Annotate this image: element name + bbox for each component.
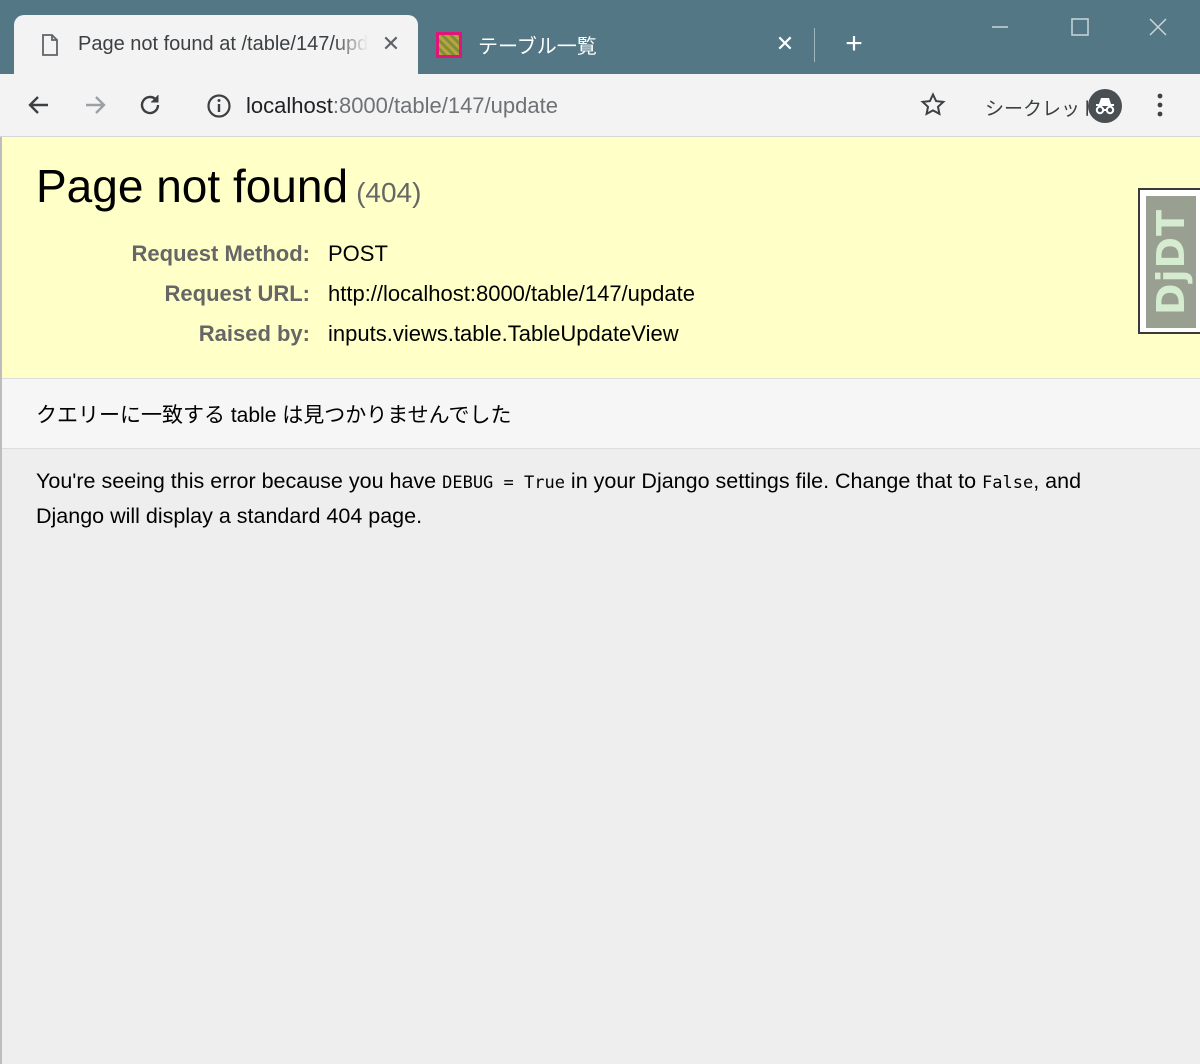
info-icon[interactable]: [206, 93, 232, 119]
meta-value: POST: [328, 241, 388, 266]
incognito-label: シークレット: [985, 99, 1100, 120]
forward-button[interactable]: [78, 88, 112, 122]
page-title: Page not found (404): [36, 160, 422, 212]
minimize-button[interactable]: [980, 10, 1020, 44]
meta-value: inputs.views.table.TableUpdateView: [328, 321, 679, 346]
status-code: (404): [356, 177, 422, 208]
page-content: Page not found (404) Request Method: POST…: [0, 137, 1200, 1064]
star-icon: [920, 92, 946, 116]
meta-key: Request Method:: [131, 241, 310, 266]
incognito-icon[interactable]: [1088, 89, 1122, 123]
address-bar[interactable]: localhost:8000/table/147/update: [190, 84, 960, 128]
reload-button[interactable]: [133, 88, 167, 122]
close-window-button[interactable]: [1138, 10, 1178, 44]
reload-icon: [140, 95, 160, 115]
error-summary: Page not found (404) Request Method: POST…: [2, 137, 1200, 379]
document-icon: [40, 33, 60, 56]
false-code: False: [982, 473, 1034, 493]
close-tab-icon[interactable]: ✕: [774, 33, 796, 55]
meta-row-request-url: Request URL: http://localhost:8000/table…: [36, 281, 695, 321]
arrow-left-icon: [28, 96, 48, 114]
meta-key: Request URL:: [164, 281, 310, 306]
meta-row-raised-by: Raised by: inputs.views.table.TableUpdat…: [36, 321, 695, 361]
django-debug-toolbar-handle[interactable]: DjDT: [1138, 188, 1200, 334]
maximize-button[interactable]: [1060, 10, 1100, 44]
browser-toolbar: localhost:8000/table/147/update シークレット: [0, 74, 1200, 137]
meta-value: http://localhost:8000/table/147/update: [328, 281, 695, 306]
tab-page-not-found[interactable]: Page not found at /table/147/update ✕: [14, 15, 418, 74]
debug-setting-code: DEBUG = True: [442, 473, 565, 493]
debug-explanation: You're seeing this error because you hav…: [36, 469, 1082, 528]
back-button[interactable]: [22, 88, 56, 122]
error-message: クエリーに一致する table は見つかりませんでした: [36, 404, 512, 427]
arrow-right-icon: [86, 96, 106, 114]
new-tab-button[interactable]: +: [838, 28, 870, 60]
tab-title: Page not found at /table/147/update: [78, 33, 368, 55]
djdt-logo: DjDT: [1146, 196, 1196, 328]
title-bar: Page not found at /table/147/update ✕ テー…: [0, 0, 1200, 74]
meta-key: Raised by:: [198, 321, 310, 346]
url-text: localhost:8000/table/147/update: [246, 93, 558, 118]
more-vert-icon: [1157, 93, 1163, 117]
close-tab-icon[interactable]: ✕: [380, 33, 402, 55]
request-meta-table: Request Method: POST Request URL: http:/…: [36, 241, 695, 361]
meta-row-request-method: Request Method: POST: [36, 241, 695, 281]
tab-table-list[interactable]: テーブル一覧 ✕: [420, 15, 812, 74]
bookmark-star-button[interactable]: [916, 88, 950, 122]
tab-separator: [814, 28, 815, 62]
error-message-section: クエリーに一致する table は見つかりませんでした: [2, 379, 1200, 449]
browser-menu-button[interactable]: [1143, 88, 1177, 122]
tab-title: テーブル一覧: [478, 36, 597, 58]
table-favicon-icon: [436, 31, 462, 58]
